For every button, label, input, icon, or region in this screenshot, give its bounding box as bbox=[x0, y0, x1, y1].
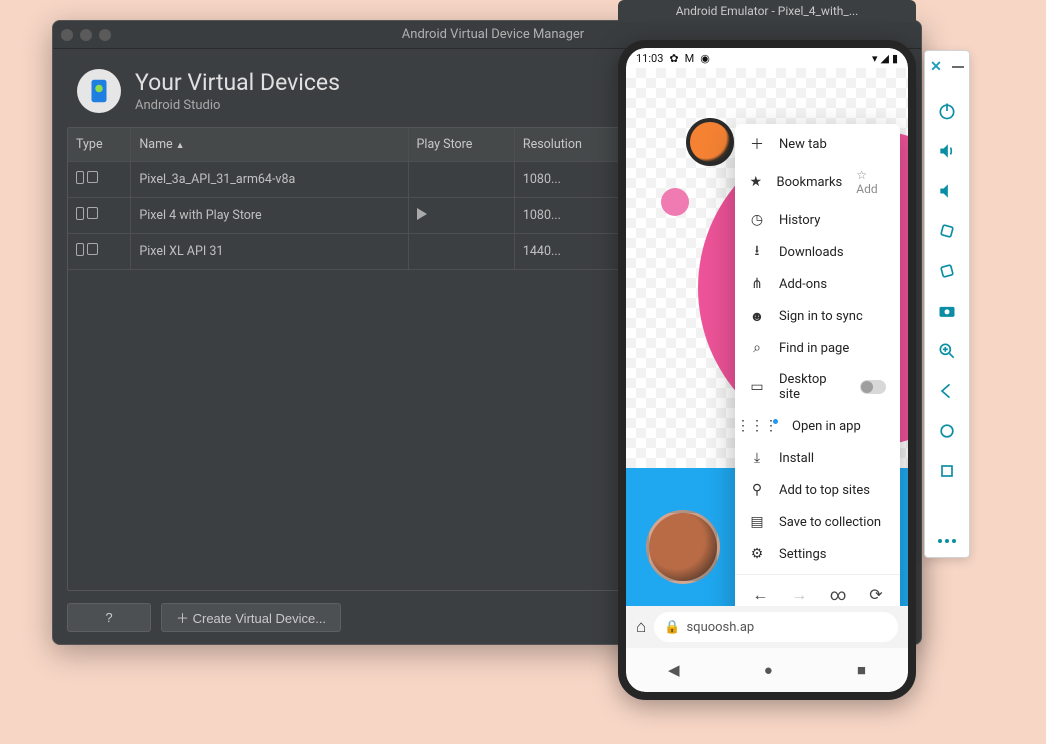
emulator-screen: 11:03 ✿ M ◉ ▾ ◢ ▮ Or try ＋ bbox=[626, 48, 908, 692]
avd-sub: Android Studio bbox=[135, 98, 340, 113]
url-field[interactable]: 🔒 squoosh.ap bbox=[654, 612, 898, 642]
star-filled-icon: ★ bbox=[749, 174, 763, 190]
menu-install[interactable]: ⤓ Install bbox=[735, 442, 900, 474]
home-icon[interactable]: ⌂ bbox=[636, 617, 646, 637]
volume-up-icon[interactable] bbox=[925, 131, 969, 171]
pink-dot-graphic bbox=[661, 188, 689, 216]
collection-icon: ▤ bbox=[749, 514, 765, 530]
menu-add-top-sites[interactable]: ⚲ Add to top sites bbox=[735, 474, 900, 506]
firefox-overflow-menu: ＋ New tab ★ Bookmarks ☆ Add ◷ History ⭳ … bbox=[735, 124, 900, 606]
col-res[interactable]: Resolution bbox=[514, 128, 625, 162]
install-icon: ⤓ bbox=[749, 450, 765, 466]
desktop-site-toggle[interactable] bbox=[860, 380, 886, 394]
avd-heading: Your Virtual Devices bbox=[135, 69, 340, 96]
android-studio-logo-icon bbox=[77, 69, 121, 113]
notification-dot-icon bbox=[773, 419, 778, 424]
menu-save-collection[interactable]: ▤ Save to collection bbox=[735, 506, 900, 538]
bookmarks-add-label[interactable]: Add bbox=[856, 182, 877, 196]
settings-status-icon: ✿ bbox=[669, 52, 678, 65]
pin-icon: ⚲ bbox=[749, 482, 765, 498]
menu-new-tab[interactable]: ＋ New tab bbox=[735, 128, 900, 160]
toolbar-overview-icon[interactable] bbox=[925, 411, 969, 451]
lock-icon: 🔒 bbox=[664, 620, 680, 635]
power-icon[interactable] bbox=[925, 91, 969, 131]
puzzle-icon: ⋔ bbox=[749, 276, 765, 292]
menu-bookmarks[interactable]: ★ Bookmarks ☆ Add bbox=[735, 160, 900, 204]
menu-signin[interactable]: ☻ Sign in to sync bbox=[735, 300, 900, 332]
apps-grid-icon: ⋮⋮⋮ bbox=[749, 418, 765, 434]
android-navbar: ◀ ● ■ bbox=[626, 648, 908, 692]
emulator-device-frame: 11:03 ✿ M ◉ ▾ ◢ ▮ Or try ＋ bbox=[618, 40, 916, 700]
battery-icon: ▮ bbox=[892, 52, 898, 65]
menu-back-button[interactable]: ← bbox=[752, 585, 768, 605]
device-icon bbox=[76, 243, 98, 256]
device-name: Pixel XL API 31 bbox=[131, 234, 408, 270]
col-play[interactable]: Play Store bbox=[408, 128, 514, 162]
device-res: 1080... bbox=[514, 162, 625, 198]
help-button[interactable]: ? bbox=[67, 603, 151, 632]
mail-status-icon: M bbox=[685, 52, 695, 65]
volume-down-icon[interactable] bbox=[925, 171, 969, 211]
menu-settings[interactable]: ⚙ Settings bbox=[735, 538, 900, 570]
gear-icon: ⚙ bbox=[749, 546, 765, 562]
device-icon bbox=[76, 207, 98, 220]
clock-icon: ◷ bbox=[749, 212, 765, 228]
emulator-toolbar: ✕ bbox=[924, 50, 970, 558]
star-outline-icon: ☆ bbox=[856, 168, 867, 182]
zoom-icon[interactable] bbox=[925, 331, 969, 371]
menu-forward-button[interactable]: → bbox=[791, 585, 807, 605]
toolbar-minimize-button[interactable] bbox=[952, 66, 964, 68]
signal-icon: ◢ bbox=[880, 52, 888, 65]
demo-image-thumbnail[interactable] bbox=[646, 510, 720, 584]
shield-status-icon: ◉ bbox=[700, 52, 710, 65]
device-name: Pixel_3a_API_31_arm64-v8a bbox=[131, 162, 408, 198]
sync-user-icon: ☻ bbox=[749, 308, 765, 324]
menu-open-in-app[interactable]: ⋮⋮⋮ Open in app bbox=[735, 410, 900, 442]
toolbar-close-button[interactable]: ✕ bbox=[930, 59, 942, 75]
toolbar-more-icon[interactable] bbox=[925, 529, 969, 553]
device-res: 1440... bbox=[514, 234, 625, 270]
search-icon: ⌕ bbox=[749, 340, 765, 356]
sort-asc-icon: ▲ bbox=[176, 141, 185, 151]
menu-nav-row: ← → ∞ ⟳ bbox=[735, 574, 900, 606]
close-window-icon[interactable] bbox=[61, 29, 73, 41]
device-icon bbox=[76, 171, 98, 184]
firefox-urlbar: ⌂ 🔒 squoosh.ap bbox=[626, 606, 908, 648]
minimize-window-icon[interactable] bbox=[80, 29, 92, 41]
menu-addons[interactable]: ⋔ Add-ons bbox=[735, 268, 900, 300]
menu-history[interactable]: ◷ History bbox=[735, 204, 900, 236]
android-overview-button[interactable]: ■ bbox=[857, 661, 866, 679]
col-name[interactable]: Name▲ bbox=[131, 128, 408, 162]
firefox-avatar-icon[interactable] bbox=[686, 118, 734, 166]
create-virtual-device-button[interactable]: ＋ Create Virtual Device... bbox=[161, 603, 341, 632]
menu-find[interactable]: ⌕ Find in page bbox=[735, 332, 900, 364]
menu-reload-button[interactable]: ⟳ bbox=[869, 585, 882, 605]
emulator-window-title[interactable]: Android Emulator - Pixel_4_with_... bbox=[618, 0, 916, 22]
zoom-window-icon[interactable] bbox=[99, 29, 111, 41]
toolbar-back-icon[interactable] bbox=[925, 371, 969, 411]
rotate-left-icon[interactable] bbox=[925, 211, 969, 251]
camera-icon[interactable] bbox=[925, 291, 969, 331]
menu-downloads[interactable]: ⭳ Downloads bbox=[735, 236, 900, 268]
android-statusbar: 11:03 ✿ M ◉ ▾ ◢ ▮ bbox=[626, 48, 908, 68]
desktop-icon: ▭ bbox=[749, 379, 765, 395]
statusbar-clock: 11:03 bbox=[636, 52, 663, 65]
download-icon: ⭳ bbox=[749, 244, 765, 260]
plus-icon: ＋ bbox=[749, 136, 765, 152]
toolbar-home-icon[interactable] bbox=[925, 451, 969, 491]
col-type[interactable]: Type bbox=[68, 128, 131, 162]
android-home-button[interactable]: ● bbox=[764, 661, 773, 679]
menu-share-button[interactable]: ∞ bbox=[830, 585, 846, 605]
menu-desktop-site[interactable]: ▭ Desktop site bbox=[735, 364, 900, 410]
android-back-button[interactable]: ◀ bbox=[668, 661, 680, 679]
device-name: Pixel 4 with Play Store bbox=[131, 198, 408, 234]
url-host: squoosh.ap bbox=[686, 620, 754, 635]
window-controls[interactable] bbox=[61, 29, 111, 41]
wifi-icon: ▾ bbox=[872, 52, 878, 65]
webpage-content[interactable]: Or try ＋ New tab ★ Bookmarks ☆ Add ◷ His… bbox=[626, 68, 908, 606]
device-res: 1080... bbox=[514, 198, 625, 234]
rotate-right-icon[interactable] bbox=[925, 251, 969, 291]
play-store-icon bbox=[417, 208, 427, 220]
